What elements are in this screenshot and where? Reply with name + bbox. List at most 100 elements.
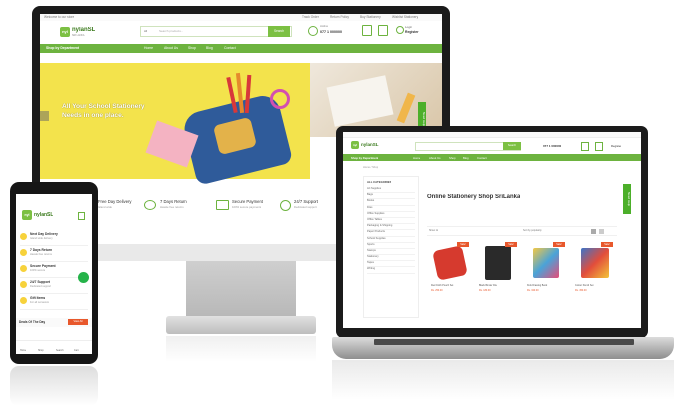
notebook-image <box>326 75 394 127</box>
product-card[interactable]: Sale! Black Binder File Rs. 180.00 <box>479 242 519 298</box>
list-view-icon[interactable] <box>599 228 604 234</box>
monitor-stand-base <box>166 316 316 334</box>
phone-feature-title: Secure Payment <box>30 264 56 268</box>
category-item[interactable]: Writing <box>367 267 415 274</box>
product-card[interactable]: Sale! Kids Drawing Book Rs. 320.00 <box>527 242 567 298</box>
bottom-nav-search[interactable]: Search <box>56 349 64 352</box>
sort-select[interactable]: Sort by popularity <box>523 229 542 232</box>
shop-by-department[interactable]: Shop by Department <box>46 46 79 50</box>
logo-mark: nyl <box>60 27 70 37</box>
cart-icon[interactable] <box>378 25 388 36</box>
monitor-base-reflection <box>166 336 316 362</box>
phone-cart-icon[interactable] <box>78 212 85 220</box>
gift-icon <box>20 297 27 304</box>
nav-about[interactable]: About Us <box>164 46 178 50</box>
support-icon <box>20 281 27 288</box>
hero-banner[interactable]: All Your School Stationery Needs in one … <box>40 63 310 186</box>
top-link-wishlist[interactable]: Wishlist Stationery <box>392 15 418 19</box>
laptop-logo-mark[interactable]: nyl <box>351 141 359 149</box>
phone-feature-row: Next Day Delivery Island wide delivery <box>20 230 88 246</box>
show-count-select[interactable]: Show 12 <box>429 229 438 232</box>
logo-tagline: SRI LANKA <box>72 34 85 37</box>
support-icon <box>280 200 291 211</box>
laptop-nav-contact[interactable]: Contact <box>477 156 487 160</box>
top-link-return[interactable]: Return Policy <box>330 15 349 19</box>
bottom-nav-cart[interactable]: Cart <box>74 349 79 352</box>
return-icon <box>20 249 27 256</box>
search-button[interactable]: Search <box>268 26 290 37</box>
hotline-label: Hotline <box>320 25 329 28</box>
laptop-top-bar <box>343 132 641 138</box>
account-register[interactable]: Register <box>405 30 419 34</box>
product-name[interactable]: Colour Pencil Set <box>575 284 615 287</box>
category-list: Art Supplies Bags Books Files Office Sup… <box>367 187 415 274</box>
product-card[interactable]: Sale! Colour Pencil Set Rs. 450.00 <box>575 242 615 298</box>
laptop-nav-home[interactable]: Home <box>413 156 420 160</box>
deals-bar: Deals Of The Day View All <box>16 318 92 327</box>
hotline-number: 077 1 000000 <box>320 30 342 34</box>
return-icon <box>144 200 156 210</box>
laptop-cart-icon[interactable] <box>595 142 603 151</box>
laptop-logo-name[interactable]: nylanSL <box>361 142 379 147</box>
product-name[interactable]: Black Binder File <box>479 284 519 287</box>
wishlist-icon[interactable] <box>362 25 372 36</box>
main-nav: Shop by Department Home About Us Shop Bl… <box>40 44 442 53</box>
phone-feature-sub: Island wide delivery <box>30 237 53 240</box>
laptop-hinge <box>374 339 634 345</box>
product-name[interactable]: Kids Drawing Book <box>527 284 567 287</box>
top-link-buy[interactable]: Buy Stationery <box>360 15 381 19</box>
feature-sub-support: Dedicated support <box>294 205 317 209</box>
phone-feature-title: Gift Items <box>30 296 46 300</box>
laptop-wishlist-icon[interactable] <box>581 142 589 151</box>
phone-logo-mark[interactable]: nyl <box>22 210 32 220</box>
laptop-logo-letters: nyl <box>351 141 359 149</box>
laptop-shop-by-department[interactable]: Shop by Department <box>351 156 378 160</box>
whatsapp-icon[interactable] <box>78 272 89 283</box>
deals-view-all-button[interactable]: View All <box>68 319 88 325</box>
top-link-track[interactable]: Track Order <box>302 15 319 19</box>
site-logo[interactable]: nyl nylanSL SRI LANKA <box>60 25 104 39</box>
hero-prev-arrow[interactable] <box>40 111 49 121</box>
phone-feature-list: Next Day Delivery Island wide delivery 7… <box>20 230 88 310</box>
phone-logo-name[interactable]: nylanSL <box>34 212 53 218</box>
search-category[interactable]: All <box>144 29 147 33</box>
feature-sub-return: Hassle free returns <box>160 205 184 209</box>
product-name[interactable]: Red Cloth Pouch Set <box>431 284 471 287</box>
phone-feature-sub: For all occasions <box>30 301 50 304</box>
sale-badge: Sale! <box>457 242 469 247</box>
deals-title: Deals Of The Day <box>19 320 46 324</box>
laptop-breadcrumb[interactable]: Home / Shop <box>363 166 378 169</box>
bottom-nav-home[interactable]: Home <box>20 349 26 352</box>
hero-headline-1: All Your School Stationery <box>62 103 145 110</box>
nav-contact[interactable]: Contact <box>224 46 236 50</box>
shop-toolbar: Show 12 Sort by popularity <box>427 226 617 236</box>
product-grid: Sale! Red Cloth Pouch Set Rs. 250.00 Sal… <box>431 242 617 312</box>
product-price: Rs. 320.00 <box>527 289 539 292</box>
hero-headline-2: Needs in one place. <box>62 112 124 119</box>
user-icon[interactable] <box>396 26 404 34</box>
laptop-nav-shop[interactable]: Shop <box>449 156 456 160</box>
phone-feature-sub: Dedicated support <box>30 285 52 288</box>
search-input[interactable]: Search products... <box>159 29 183 33</box>
laptop-help-tab[interactable]: Need Help <box>623 184 631 214</box>
laptop-nav-about[interactable]: About Us <box>429 156 441 160</box>
welcome-text: Welcome to our store <box>44 15 75 19</box>
phone-feature-row: Gift Items For all occasions <box>20 294 88 310</box>
product-card[interactable]: Sale! Red Cloth Pouch Set Rs. 250.00 <box>431 242 471 298</box>
phone-icon <box>308 26 318 36</box>
laptop-screen: nyl nylanSL Search 077 1 000000 Register… <box>343 132 641 328</box>
nav-blog[interactable]: Blog <box>206 46 213 50</box>
laptop-nav-blog[interactable]: Blog <box>463 156 469 160</box>
bottom-nav-shop[interactable]: Shop <box>38 349 44 352</box>
phone-feature-title: Next Day Delivery <box>30 232 58 236</box>
account-label[interactable]: Login <box>405 25 412 29</box>
nav-home[interactable]: Home <box>144 46 153 50</box>
shop-page-title: Online Stationery Shop SriLanka <box>427 194 521 200</box>
logo-name: nylanSL <box>72 27 96 33</box>
grid-view-icon[interactable] <box>591 228 596 234</box>
laptop-search-button[interactable]: Search <box>503 142 521 150</box>
laptop-nav: Shop by Department Home About Us Shop Bl… <box>343 154 641 161</box>
laptop-account[interactable]: Register <box>611 144 621 148</box>
nav-shop[interactable]: Shop <box>188 46 196 50</box>
feature-title-payment: Secure Payment <box>232 199 263 204</box>
